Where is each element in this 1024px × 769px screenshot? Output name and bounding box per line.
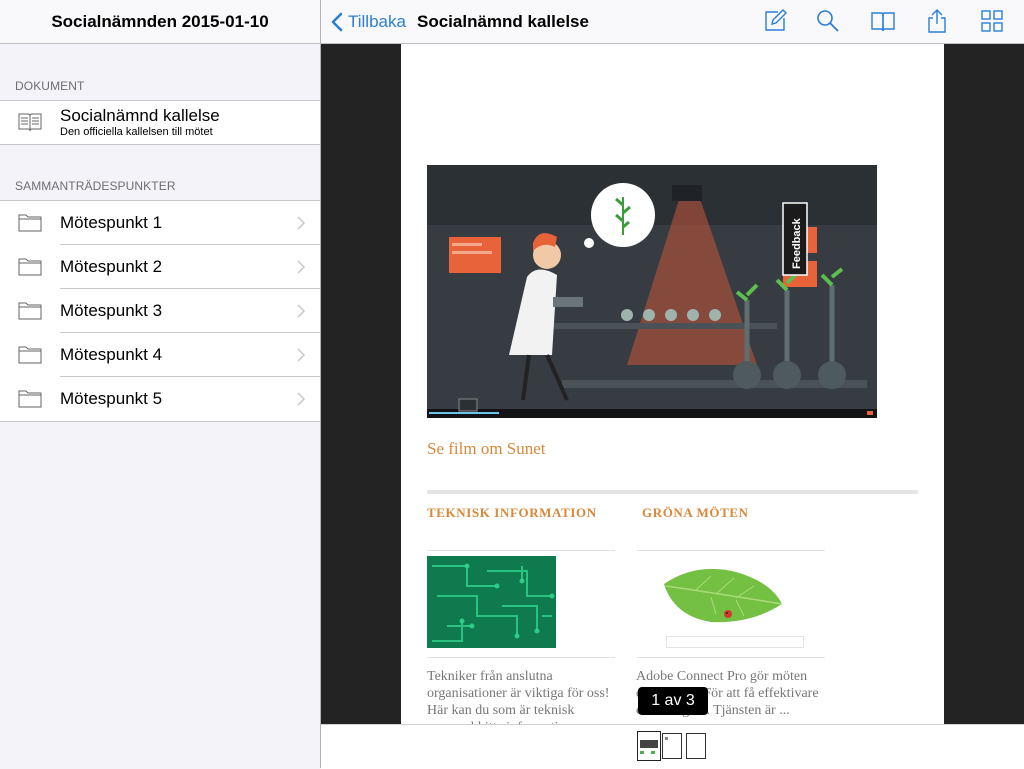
list-item-label: Mötespunkt 4 xyxy=(60,345,163,364)
film-link[interactable]: Se film om Sunet xyxy=(427,439,546,459)
feedback-tab[interactable]: Feedback xyxy=(791,217,803,269)
sidebar: Socialnämnden 2015-01-10 DOKUMENT Social… xyxy=(0,0,320,768)
divider xyxy=(427,657,615,658)
chevron-left-icon xyxy=(331,12,343,32)
page-thumbnail-1[interactable] xyxy=(637,731,661,761)
back-button[interactable]: Tillbaka xyxy=(331,10,406,34)
page-thumbnail-2[interactable] xyxy=(662,733,682,759)
list-item-label: Mötespunkt 3 xyxy=(60,301,163,320)
grid-icon[interactable] xyxy=(980,9,1004,33)
document-row[interactable]: Socialnämnd kallelse Den officiella kall… xyxy=(0,101,320,144)
folder-icon xyxy=(18,214,42,232)
green-meetings-heading: GRÖNA MÖTEN xyxy=(642,505,749,520)
sidebar-header: Socialnämnden 2015-01-10 xyxy=(0,0,320,44)
divider xyxy=(637,657,825,658)
divider xyxy=(637,550,825,551)
technical-info-text: Tekniker från anslutna organisationer är… xyxy=(427,669,610,724)
document-title: Socialnämnd kallelse xyxy=(60,106,220,125)
viewer-toolbar: Tillbaka Socialnämnd kallelse xyxy=(321,0,1024,44)
agenda-section-label: SAMMANTRÄDESPUNKTER xyxy=(15,179,176,193)
list-item[interactable]: Mötespunkt 3 xyxy=(0,289,320,333)
chevron-right-icon xyxy=(297,260,306,274)
folder-icon xyxy=(18,302,42,320)
documents-section-label: DOKUMENT xyxy=(15,79,85,93)
list-item[interactable]: Mötespunkt 4 xyxy=(0,333,320,377)
book-icon xyxy=(18,113,42,132)
page-indicator: 1 av 3 xyxy=(638,687,708,715)
folder-icon xyxy=(18,346,42,364)
documents-list: Socialnämnd kallelse Den officiella kall… xyxy=(0,100,320,145)
chevron-right-icon xyxy=(297,392,306,406)
divider xyxy=(427,550,615,551)
list-item[interactable]: Mötespunkt 2 xyxy=(0,245,320,289)
document-subtitle: Den officiella kallelsen till mötet xyxy=(60,126,213,138)
folder-icon xyxy=(18,390,42,408)
chevron-right-icon xyxy=(297,216,306,230)
leaf-image xyxy=(664,568,783,623)
agenda-list: Mötespunkt 1 Mötespunkt 2 Mötespunkt 3 M… xyxy=(0,200,320,422)
list-item-label: Mötespunkt 2 xyxy=(60,257,163,276)
list-item-label: Mötespunkt 5 xyxy=(60,389,163,408)
book-icon[interactable] xyxy=(871,9,895,33)
page-thumbnail-bar xyxy=(321,724,1024,769)
image-caption-box xyxy=(666,636,804,648)
technical-info-heading: TEKNISK INFORMATION xyxy=(427,505,597,520)
document-page: Feedback Se film om Sunet TEKNISK INFORM… xyxy=(401,44,944,724)
chevron-right-icon xyxy=(297,304,306,318)
viewer-title: Socialnämnd kallelse xyxy=(417,12,589,31)
search-icon[interactable] xyxy=(816,9,840,33)
chevron-right-icon xyxy=(297,348,306,362)
back-button-label: Tillbaka xyxy=(348,12,406,31)
folder-icon xyxy=(18,258,42,276)
sidebar-title: Socialnämnden 2015-01-10 xyxy=(51,12,269,31)
document-viewer: Tillbaka Socialnämnd kallelse Feedback S… xyxy=(321,0,1024,769)
page-thumbnail-3[interactable] xyxy=(686,733,706,759)
list-item[interactable]: Mötespunkt 5 xyxy=(0,377,320,421)
video-player[interactable]: Feedback xyxy=(427,165,877,418)
list-item-label: Mötespunkt 1 xyxy=(60,213,163,232)
list-item[interactable]: Mötespunkt 1 xyxy=(0,201,320,245)
section-rule xyxy=(427,490,918,494)
circuit-board-image xyxy=(427,556,556,648)
share-icon[interactable] xyxy=(925,9,949,33)
compose-icon[interactable] xyxy=(763,9,787,33)
